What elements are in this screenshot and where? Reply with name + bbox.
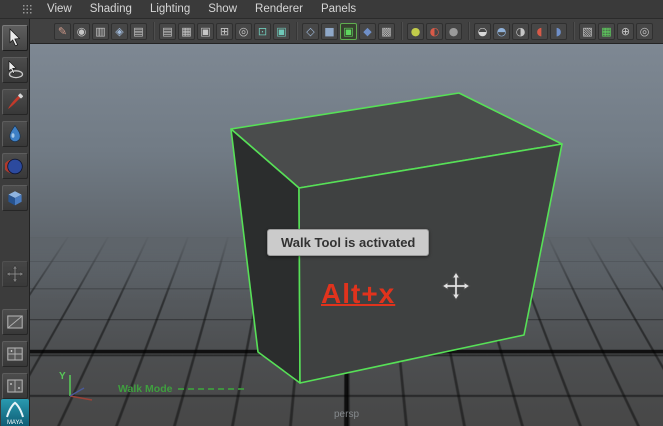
drop-icon	[5, 124, 25, 144]
occlusion-icon[interactable]: ◑	[512, 23, 529, 40]
lasso-icon	[5, 60, 25, 80]
iconbar-separator	[153, 22, 155, 40]
walk-mode-message: Walk Mode	[118, 383, 244, 395]
plugin-filter-icon[interactable]: ◎	[636, 23, 653, 40]
panel-menu-grip-icon[interactable]	[22, 4, 33, 14]
maya-logo: MAYA	[1, 399, 29, 426]
walk-mode-dashes	[178, 388, 244, 390]
maya-logo-icon: MAYA	[1, 399, 29, 426]
image-plane-icon[interactable]: ▤	[130, 23, 147, 40]
axis-y-label: Y	[59, 371, 66, 382]
shaded-material-icon[interactable]: ◐	[426, 23, 443, 40]
default-material-icon[interactable]: ●	[407, 23, 424, 40]
iconbar-separator	[573, 22, 575, 40]
select-arrow-icon	[5, 28, 25, 48]
viewport-canvas[interactable]: Walk Tool is activated Alt+x Walk Mode Y…	[30, 44, 663, 426]
gray-material-icon[interactable]: ●	[445, 23, 462, 40]
bookmarks-icon[interactable]: ◈	[111, 23, 128, 40]
camera-name-label: persp	[334, 409, 359, 420]
safe-title-icon[interactable]: ⊡	[254, 23, 271, 40]
paint-brush-icon	[5, 92, 25, 112]
motion-blur-icon[interactable]: ◖	[531, 23, 548, 40]
all-lights-icon[interactable]: ◆	[359, 23, 376, 40]
menubar: ViewShadingLightingShowRendererPanels	[0, 0, 663, 19]
main-area: MAYA ✎◉▥◈▤▤▦▣⊞◎⊡▣◇■▣◆▩●◐●◒◓◑◖◗▧▦⊕◎ Walk …	[0, 19, 663, 426]
select-tool[interactable]	[2, 25, 28, 51]
walk-mode-label: Walk Mode	[118, 383, 172, 395]
rotate-tool[interactable]	[2, 153, 28, 179]
four-pane-icon	[5, 344, 25, 364]
safe-action-icon[interactable]: ◎	[235, 23, 252, 40]
default-lighting-icon[interactable]: ◒	[474, 23, 491, 40]
menu-item-panels[interactable]: Panels	[312, 0, 365, 18]
resolution-gate-icon[interactable]: ▦	[178, 23, 195, 40]
joints-xray-icon[interactable]: ⊕	[617, 23, 634, 40]
frame-all-icon[interactable]: ▣	[273, 23, 290, 40]
toolbox: MAYA	[0, 19, 30, 426]
menu-item-show[interactable]: Show	[199, 0, 246, 18]
field-chart-icon[interactable]: ⊞	[216, 23, 233, 40]
iconbar-separator	[468, 22, 470, 40]
lasso-tool[interactable]	[2, 57, 28, 83]
rotate-sphere-icon	[5, 156, 25, 176]
iconbar: ✎◉▥◈▤▤▦▣⊞◎⊡▣◇■▣◆▩●◐●◒◓◑◖◗▧▦⊕◎	[30, 19, 663, 44]
shaded-mode-icon[interactable]: ■	[321, 23, 338, 40]
xray-icon[interactable]: ▦	[598, 23, 615, 40]
walk-tool-tooltip: Walk Tool is activated	[267, 229, 429, 256]
wireframe-mode-icon[interactable]: ◇	[302, 23, 319, 40]
film-gate-icon[interactable]: ▤	[159, 23, 176, 40]
menu-item-view[interactable]: View	[38, 0, 81, 18]
maya-window: ViewShadingLightingShowRendererPanels MA…	[0, 0, 663, 426]
shadows-icon[interactable]: ◓	[493, 23, 510, 40]
checker-display-icon[interactable]: ▩	[378, 23, 395, 40]
toolbox-tools	[0, 19, 29, 399]
universal-manipulator-tool[interactable]	[2, 261, 28, 287]
layout-split-pane-button[interactable]	[2, 373, 28, 399]
hotkey-annotation: Alt+x	[321, 278, 395, 310]
paint-selection-tool[interactable]	[2, 89, 28, 115]
scale-tool[interactable]	[2, 185, 28, 211]
single-pane-icon	[5, 312, 25, 332]
grease-pencil-icon[interactable]: ✎	[54, 23, 71, 40]
menu-item-renderer[interactable]: Renderer	[246, 0, 312, 18]
camera-attributes-icon[interactable]: ▥	[92, 23, 109, 40]
menu-item-lighting[interactable]: Lighting	[141, 0, 199, 18]
panel-right: ✎◉▥◈▤▤▦▣⊞◎⊡▣◇■▣◆▩●◐●◒◓◑◖◗▧▦⊕◎ Walk Tool …	[30, 19, 663, 426]
maya-logo-label: MAYA	[6, 420, 22, 426]
view-axis-gizmo: Y	[54, 366, 108, 406]
split-pane-icon	[5, 376, 25, 396]
iconbar-separator	[296, 22, 298, 40]
scale-cube-icon	[5, 188, 25, 208]
camera-lock-icon[interactable]: ◉	[73, 23, 90, 40]
multisample-icon[interactable]: ◗	[550, 23, 567, 40]
layout-single-pane-button[interactable]	[2, 309, 28, 335]
move-tool[interactable]	[2, 121, 28, 147]
pan-cursor-icon	[440, 270, 472, 302]
layout-four-pane-button[interactable]	[2, 341, 28, 367]
menubar-items: ViewShadingLightingShowRendererPanels	[38, 0, 365, 18]
menu-item-shading[interactable]: Shading	[81, 0, 141, 18]
cross-arrows-icon	[5, 264, 25, 284]
isolate-select-icon[interactable]: ▧	[579, 23, 596, 40]
textured-mode-icon[interactable]: ▣	[340, 23, 357, 40]
gate-mask-icon[interactable]: ▣	[197, 23, 214, 40]
iconbar-separator	[401, 22, 403, 40]
